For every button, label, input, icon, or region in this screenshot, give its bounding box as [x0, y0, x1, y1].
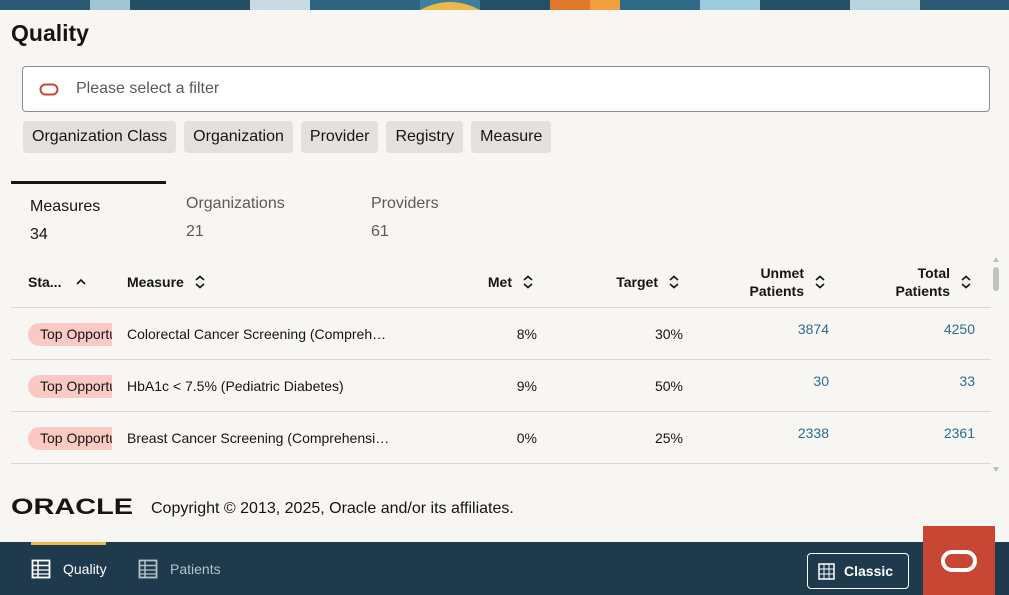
classic-button[interactable]: Classic	[807, 553, 909, 589]
filter-search-box[interactable]	[22, 66, 990, 112]
grid-icon	[818, 562, 835, 580]
table-scrollbar[interactable]	[991, 255, 1001, 474]
column-header-total-patients[interactable]: Total Patients	[851, 255, 972, 308]
tab-label: Measures	[30, 198, 101, 215]
met-value: 9%	[516, 378, 537, 394]
table-grid-icon	[138, 559, 158, 578]
measure-name[interactable]: HbA1c < 7.5% (Pediatric Diabetes)	[127, 378, 392, 394]
filter-input[interactable]	[76, 80, 936, 98]
column-label: Sta...	[28, 273, 62, 290]
tab-count: 61	[371, 223, 389, 240]
tab-count: 34	[30, 226, 48, 243]
summary-tabs: Measures 34 Organizations 21 Providers 6…	[11, 181, 611, 243]
column-label-line: Total	[917, 264, 950, 281]
tab-label: Organizations	[186, 195, 285, 212]
chip-provider[interactable]: Provider	[300, 121, 379, 153]
measure-name[interactable]: Colorectal Cancer Screening (Comprehe…	[127, 326, 392, 342]
target-value: 25%	[654, 430, 683, 446]
sort-ascending-icon	[76, 278, 87, 285]
scroll-thumb[interactable]	[993, 267, 999, 291]
tab-organizations[interactable]: Organizations 21	[176, 181, 336, 243]
column-label: Measure	[127, 273, 184, 290]
column-label-line: Patients	[895, 282, 950, 299]
tab-providers[interactable]: Providers 61	[361, 181, 481, 243]
total-patients-link[interactable]: 2361	[944, 425, 975, 441]
column-label-line: Unmet	[760, 264, 804, 281]
tab-measures[interactable]: Measures 34	[11, 181, 166, 243]
nav-item-quality[interactable]: Quality	[31, 542, 107, 595]
column-label: Total Patients	[896, 264, 950, 300]
chip-organization-class[interactable]: Organization Class	[23, 121, 177, 153]
met-value: 0%	[516, 430, 537, 446]
chip-registry[interactable]: Registry	[386, 121, 464, 153]
scroll-up-arrow-icon[interactable]	[993, 257, 999, 262]
unmet-patients-link[interactable]: 2338	[798, 425, 829, 441]
page-title: Quality	[11, 20, 89, 46]
column-header-measure[interactable]: Measure	[127, 255, 247, 308]
header-banner	[0, 0, 1009, 10]
measures-table: Sta... Measure Met Target Unmet Patients…	[11, 255, 991, 464]
sort-icon	[961, 274, 971, 289]
target-value: 30%	[654, 326, 683, 342]
table-grid-icon	[31, 559, 51, 578]
column-label: Met	[487, 273, 512, 290]
table-header: Sta... Measure Met Target Unmet Patients…	[11, 255, 991, 308]
column-header-met[interactable]: Met	[411, 255, 534, 308]
column-header-target[interactable]: Target	[551, 255, 680, 308]
chip-organization[interactable]: Organization	[184, 121, 293, 153]
oracle-logo-text: ORACLE	[11, 497, 133, 517]
column-label: Target	[616, 273, 658, 290]
status-badge: Top Opportunity	[28, 322, 112, 346]
sort-icon	[815, 274, 825, 289]
unmet-patients-link[interactable]: 30	[813, 373, 829, 389]
total-patients-link[interactable]: 4250	[944, 321, 975, 337]
oracle-ring-icon	[39, 83, 59, 95]
target-value: 50%	[654, 378, 683, 394]
scroll-down-arrow-icon[interactable]	[993, 467, 999, 472]
nav-item-patients[interactable]: Patients	[138, 542, 221, 595]
table-row[interactable]: Top Opportunity HbA1c < 7.5% (Pediatric …	[11, 360, 991, 412]
column-label-line: Patients	[749, 282, 804, 299]
status-badge: Top Opportunity	[28, 374, 112, 398]
sort-icon	[195, 274, 205, 289]
oracle-assistant-button[interactable]	[923, 526, 995, 595]
oracle-o-icon	[941, 549, 977, 572]
status-badge: Top Opportunity	[28, 426, 112, 450]
nav-label: Quality	[63, 560, 107, 577]
oracle-logo: ORACLE	[11, 497, 133, 517]
met-value: 8%	[516, 326, 537, 342]
total-patients-link[interactable]: 33	[959, 373, 975, 389]
copyright-text: Copyright © 2013, 2025, Oracle and/or it…	[151, 500, 514, 517]
tab-label: Providers	[371, 195, 439, 212]
measure-name[interactable]: Breast Cancer Screening (Comprehensi…	[127, 430, 392, 446]
column-label: Unmet Patients	[750, 264, 804, 300]
column-header-unmet-patients[interactable]: Unmet Patients	[701, 255, 826, 308]
classic-label: Classic	[844, 563, 894, 579]
unmet-patients-link[interactable]: 3874	[798, 321, 829, 337]
sort-icon	[669, 274, 679, 289]
table-row[interactable]: Top Opportunity Colorectal Cancer Screen…	[11, 308, 991, 360]
nav-label: Patients	[170, 560, 221, 577]
table-row[interactable]: Top Opportunity Breast Cancer Screening …	[11, 412, 991, 464]
column-header-status[interactable]: Sta...	[28, 255, 118, 308]
tab-count: 21	[186, 223, 204, 240]
chip-measure[interactable]: Measure	[471, 121, 552, 153]
sort-icon	[523, 274, 533, 289]
filter-chips: Organization Class Organization Provider…	[23, 121, 552, 153]
